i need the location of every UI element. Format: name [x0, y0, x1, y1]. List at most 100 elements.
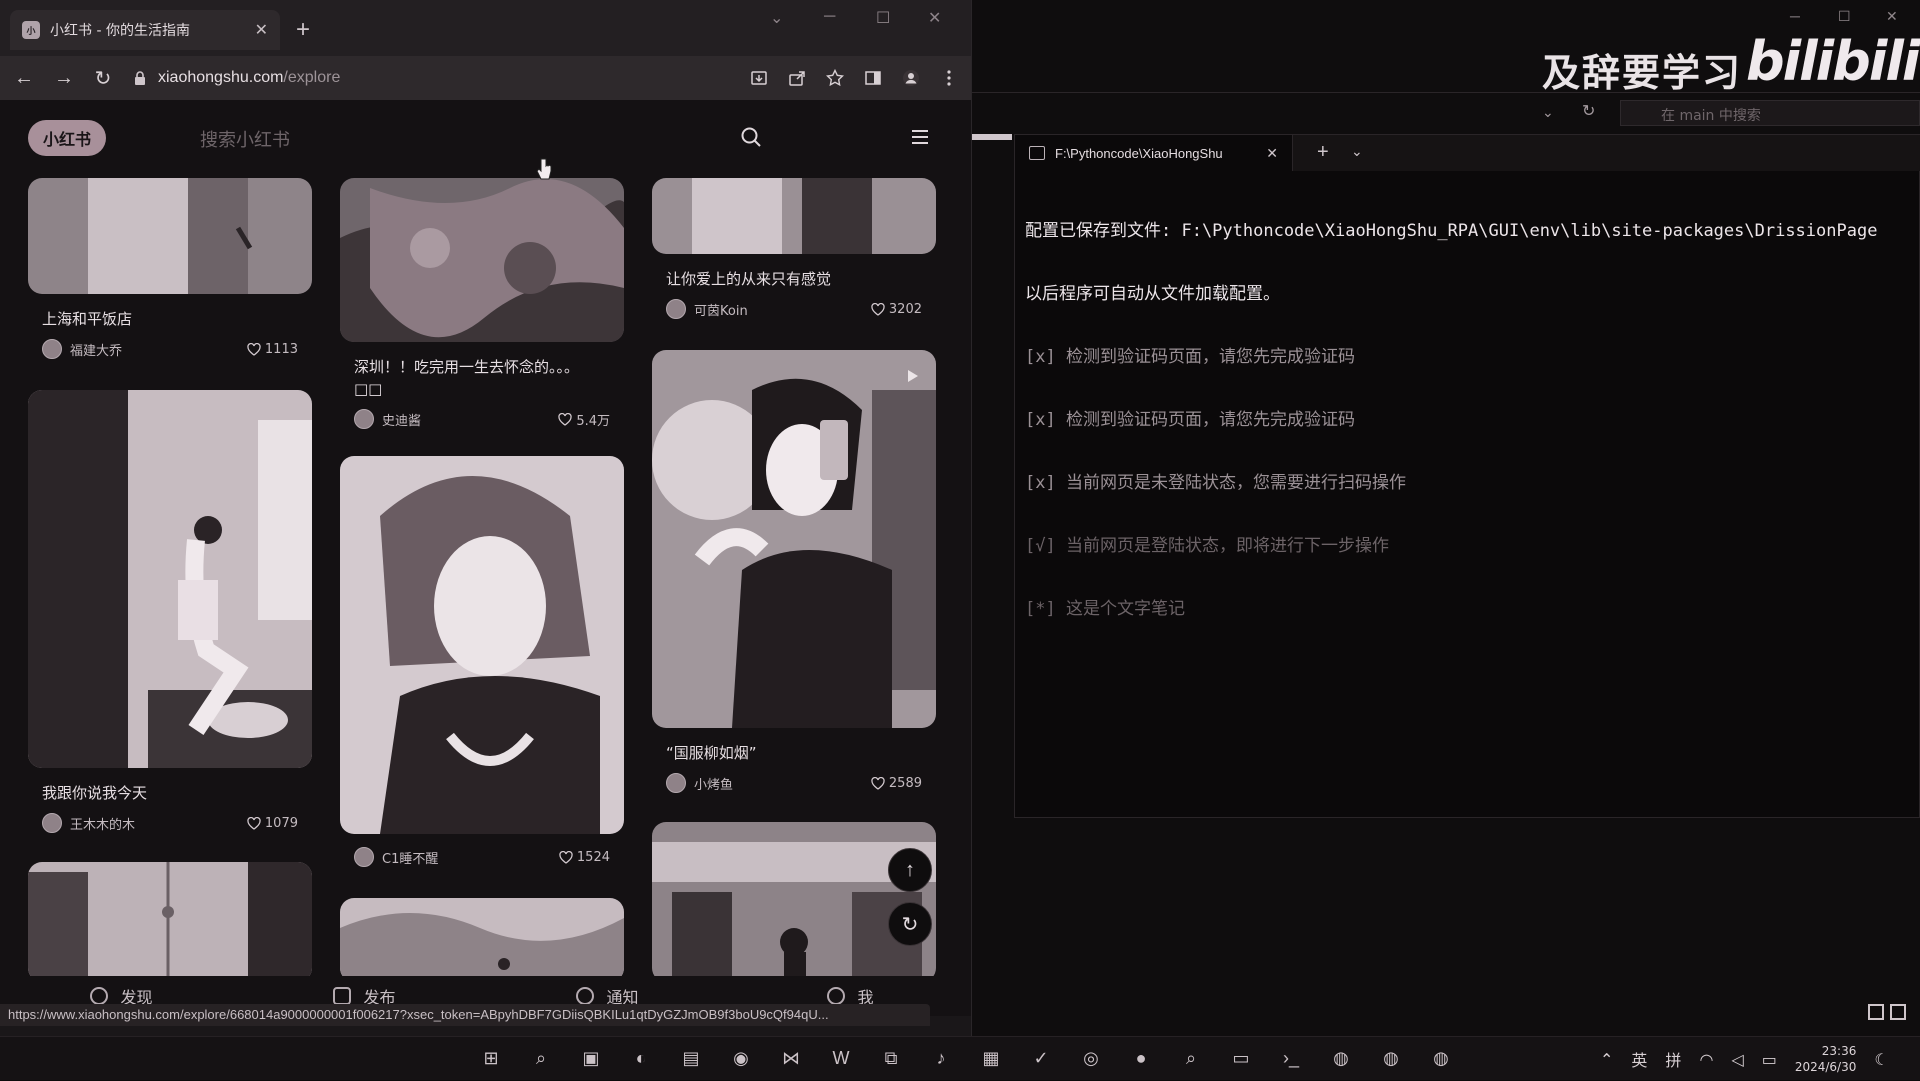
note-author[interactable]: C1睡不醒: [382, 848, 559, 867]
note-author[interactable]: 王木木的木: [70, 814, 247, 833]
address-bar: ← → ↻ xiaohongshu.com/explore: [0, 56, 971, 100]
app-icon[interactable]: ✓: [1026, 1043, 1056, 1073]
note-author[interactable]: 小烤鱼: [694, 774, 871, 793]
kebab-menu-icon[interactable]: [940, 69, 958, 87]
file-explorer-icon[interactable]: ▭: [1226, 1043, 1256, 1073]
app-icon[interactable]: ♪: [926, 1043, 956, 1073]
note-card[interactable]: [28, 862, 312, 982]
battery-icon[interactable]: ▭: [1762, 1050, 1777, 1069]
refresh-feed-button[interactable]: ↻: [888, 902, 932, 946]
like-button[interactable]: 2589: [871, 776, 922, 791]
note-author[interactable]: 福建大乔: [70, 340, 247, 359]
terminal-icon[interactable]: ›_: [1276, 1043, 1306, 1073]
new-tab-button[interactable]: +: [296, 16, 310, 44]
minimize-button[interactable]: ─: [824, 8, 835, 26]
avatar[interactable]: [42, 813, 62, 833]
windows-start-icon[interactable]: ⊞: [476, 1043, 506, 1073]
note-card[interactable]: [652, 822, 936, 982]
note-cover-image: [28, 178, 312, 294]
wifi-icon[interactable]: ◠: [1699, 1050, 1713, 1069]
note-card[interactable]: 让你爱上的从来只有感觉 可茵Koin 3202: [652, 178, 936, 320]
install-icon[interactable]: [750, 69, 768, 87]
note-title: 上海和平饭店: [42, 310, 133, 328]
avatar[interactable]: [42, 339, 62, 359]
clock[interactable]: 23:36 2024/6/30: [1795, 1043, 1857, 1075]
search-icon[interactable]: [740, 126, 762, 148]
avatar[interactable]: [666, 773, 686, 793]
like-button[interactable]: 1113: [247, 342, 298, 357]
avatar[interactable]: [354, 409, 374, 429]
chevron-up-icon[interactable]: ⌃: [1600, 1050, 1613, 1069]
note-card[interactable]: [340, 898, 624, 982]
minimize-button[interactable]: ─: [1790, 8, 1800, 24]
chevron-down-icon[interactable]: ⌄: [1351, 143, 1363, 160]
terminal-tab[interactable]: F:\Pythoncode\XiaoHongShu ✕: [1015, 135, 1293, 171]
search-app-icon[interactable]: ⌕: [1176, 1043, 1206, 1073]
layout-icon[interactable]: [1868, 1004, 1884, 1020]
app-icon[interactable]: ⧉: [876, 1043, 906, 1073]
like-button[interactable]: 1079: [247, 816, 298, 831]
hamburger-menu-icon[interactable]: [910, 128, 930, 146]
browser-tab[interactable]: 小 小红书 - 你的生活指南 ✕: [10, 10, 280, 50]
close-icon[interactable]: ✕: [1266, 145, 1278, 162]
like-button[interactable]: 1524: [559, 850, 610, 865]
app-icon[interactable]: ▤: [676, 1043, 706, 1073]
back-button[interactable]: ←: [14, 67, 34, 90]
volume-icon[interactable]: ◁: [1731, 1050, 1743, 1069]
taskbar: ⊞ ⌕ ▣ ◐ ▤ ◉ ⋈ W ⧉ ♪ ▦ ✓ ◎ ● ⌕ ▭ ›_ ◍ ◍ ◍…: [0, 1036, 1920, 1080]
edge-browser-icon[interactable]: ◐: [626, 1043, 656, 1073]
close-window-button[interactable]: ✕: [1886, 8, 1898, 25]
bookmark-star-icon[interactable]: [826, 69, 844, 87]
note-cover-image: [28, 862, 312, 982]
note-card[interactable]: “国服柳如烟” 小烤鱼 2589: [652, 350, 936, 794]
chrome-icon[interactable]: ◍: [1376, 1043, 1406, 1073]
vscode-icon[interactable]: ⋈: [776, 1043, 806, 1073]
notification-icon[interactable]: ☾: [1874, 1050, 1888, 1069]
tab-search-icon[interactable]: ⌄: [770, 8, 783, 28]
maximize-button[interactable]: ☐: [1838, 8, 1851, 25]
heart-icon: [559, 850, 573, 864]
note-card[interactable]: 深圳！！吃完用一生去怀念的。。。 □□ 史迪酱 5.4万: [340, 178, 624, 430]
avatar[interactable]: [666, 299, 686, 319]
input-method[interactable]: 拼: [1665, 1047, 1681, 1071]
share-icon[interactable]: [788, 69, 806, 87]
app-icon[interactable]: ●: [1126, 1043, 1156, 1073]
note-author[interactable]: 可茵Koin: [694, 300, 871, 319]
search-icon[interactable]: ⌕: [526, 1043, 556, 1073]
desktop-right-area: ─ ☐ ✕ 及辞要学习 bilibili ⌄ ↻ 在 main 中搜索 F:\P…: [972, 0, 1920, 1036]
refresh-icon[interactable]: ↻: [1582, 101, 1595, 121]
new-terminal-tab-button[interactable]: +: [1317, 141, 1329, 164]
like-button[interactable]: 3202: [871, 302, 922, 317]
chrome-icon[interactable]: ◍: [1426, 1043, 1456, 1073]
avatar[interactable]: [354, 847, 374, 867]
close-window-button[interactable]: ✕: [928, 8, 941, 28]
chevron-down-icon[interactable]: ⌄: [1542, 104, 1554, 121]
profile-icon[interactable]: [902, 69, 920, 87]
input-lang[interactable]: 英: [1631, 1047, 1647, 1071]
word-icon[interactable]: W: [826, 1043, 856, 1073]
app-icon[interactable]: ◉: [726, 1043, 756, 1073]
tab-close-icon[interactable]: ✕: [255, 20, 268, 40]
like-button[interactable]: 5.4万: [558, 410, 610, 429]
note-card[interactable]: 我跟你说我今天 王木木的木 1079: [28, 390, 312, 834]
chrome-icon[interactable]: ◍: [1326, 1043, 1356, 1073]
url-input[interactable]: xiaohongshu.com/explore: [134, 62, 714, 94]
back-to-top-button[interactable]: ↑: [888, 848, 932, 892]
terminal-tab-bar: F:\Pythoncode\XiaoHongShu ✕ + ⌄: [1015, 135, 1920, 171]
maximize-button[interactable]: ☐: [876, 8, 890, 28]
layout-icon[interactable]: [1890, 1004, 1906, 1020]
site-search-input[interactable]: 搜索小红书: [200, 126, 290, 152]
site-logo[interactable]: 小红书: [28, 120, 106, 156]
side-panel-icon[interactable]: [864, 69, 882, 87]
layout-toggle-icons[interactable]: [1868, 1004, 1906, 1020]
task-view-icon[interactable]: ▣: [576, 1043, 606, 1073]
note-author[interactable]: 史迪酱: [382, 410, 558, 429]
forward-button[interactable]: →: [54, 67, 74, 90]
wechat-icon[interactable]: ◎: [1076, 1043, 1106, 1073]
reload-button[interactable]: ↻: [94, 66, 112, 91]
ide-search-input[interactable]: 在 main 中搜索: [1620, 100, 1920, 126]
note-card[interactable]: 上海和平饭店 福建大乔 1113: [28, 178, 312, 360]
note-card[interactable]: C1睡不醒 1524: [340, 456, 624, 868]
terminal-window[interactable]: F:\Pythoncode\XiaoHongShu ✕ + ⌄ 配置已保存到文件…: [1014, 134, 1920, 818]
app-icon[interactable]: ▦: [976, 1043, 1006, 1073]
